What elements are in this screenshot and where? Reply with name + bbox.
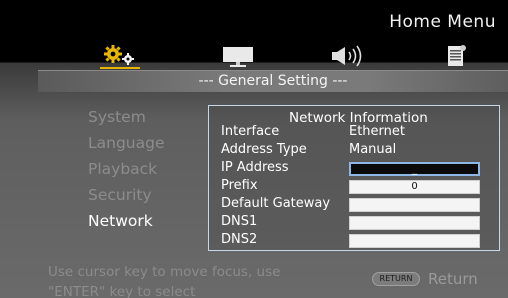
network-information-panel: Network Information Interface Ethernet A…: [208, 105, 500, 251]
dns2-label: DNS2: [221, 232, 258, 247]
section-header-bar: --- General Setting ---: [38, 70, 508, 92]
return-label: Return: [428, 270, 478, 288]
dns1-label: DNS1: [221, 214, 258, 229]
ip-address-label: IP Address: [221, 160, 289, 175]
menu-item-playback[interactable]: Playback: [88, 159, 165, 185]
address-type-label: Address Type: [221, 142, 307, 157]
default-gateway-label: Default Gateway: [221, 196, 331, 211]
dns2-input[interactable]: [349, 234, 480, 248]
gear-icon[interactable]: [100, 44, 140, 69]
return-key-badge: RETURN: [372, 272, 420, 286]
section-title: --- General Setting ---: [198, 73, 348, 89]
menu-item-system[interactable]: System: [88, 107, 165, 133]
help-text-line1: Use cursor key to move focus, use: [48, 264, 281, 280]
interface-label: Interface: [221, 124, 280, 139]
document-icon[interactable]: [445, 44, 469, 68]
prefix-input[interactable]: 0: [349, 180, 480, 194]
help-text: Use cursor key to move focus, use "ENTER…: [48, 262, 280, 298]
ip-address-row: IP Address _: [221, 160, 491, 178]
default-gateway-row: Default Gateway: [221, 196, 491, 214]
home-menu-screen: Home Menu --- General Setting --- System…: [0, 0, 508, 298]
dns2-row: DNS2: [221, 232, 491, 250]
active-tab-indicator: [100, 67, 140, 69]
menu-item-security[interactable]: Security: [88, 185, 165, 211]
interface-value: Ethernet: [349, 124, 405, 139]
category-tab-bar: [0, 44, 508, 70]
interface-row: Interface Ethernet: [221, 124, 491, 142]
prefix-row: Prefix 0: [221, 178, 491, 196]
dns1-input[interactable]: [349, 216, 480, 230]
home-menu-title: Home Menu: [389, 12, 496, 32]
prefix-label: Prefix: [221, 178, 258, 193]
display-icon[interactable]: [220, 44, 258, 68]
settings-menu: System Language Playback Security Networ…: [88, 107, 165, 237]
menu-item-language[interactable]: Language: [88, 133, 165, 159]
address-type-value[interactable]: Manual: [349, 142, 396, 157]
ip-address-input[interactable]: _: [349, 162, 480, 176]
help-text-line2: "ENTER" key to select: [48, 284, 196, 298]
dns1-row: DNS1: [221, 214, 491, 232]
speaker-icon[interactable]: [328, 44, 368, 68]
menu-item-network[interactable]: Network: [88, 211, 165, 237]
address-type-row: Address Type Manual: [221, 142, 491, 160]
default-gateway-input[interactable]: [349, 198, 480, 212]
